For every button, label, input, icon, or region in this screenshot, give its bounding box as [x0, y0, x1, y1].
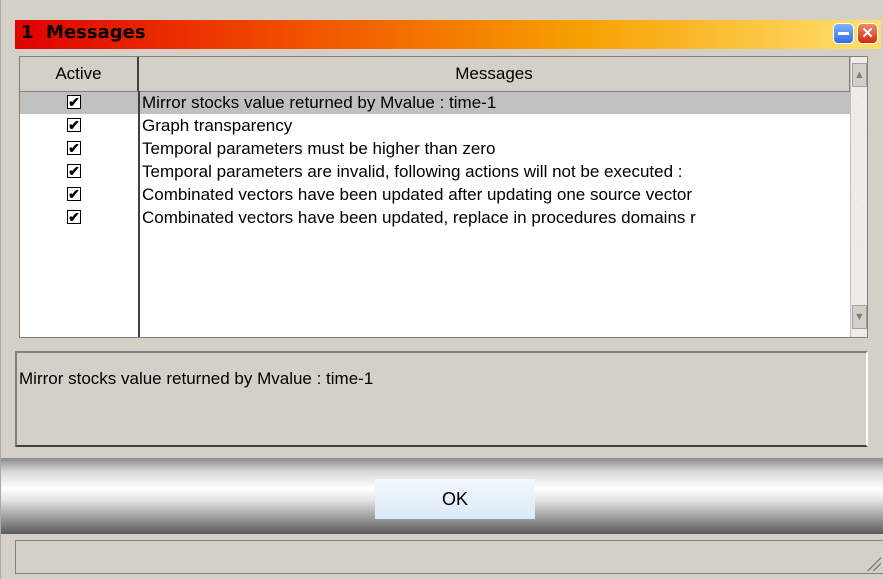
ok-button[interactable]: OK — [375, 479, 535, 519]
column-divider — [138, 91, 140, 337]
table-row[interactable]: ✔ Graph transparency — [20, 115, 850, 137]
active-checkbox[interactable]: ✔ — [67, 95, 81, 109]
minimize-icon — [838, 32, 849, 35]
active-checkbox[interactable]: ✔ — [67, 164, 81, 178]
close-button[interactable]: ✕ — [857, 23, 878, 44]
resize-grip-icon[interactable] — [865, 555, 881, 571]
active-checkbox[interactable]: ✔ — [67, 118, 81, 132]
table-row[interactable]: ✔ Combinated vectors have been updated af… — [20, 184, 850, 206]
table-row[interactable]: ✔ Combinated vectors have been updated, r… — [20, 207, 850, 229]
vertical-scrollbar[interactable]: ▲ ▼ — [850, 57, 867, 337]
messages-table[interactable]: Active Messages ✔ Mirror stocks value ret… — [19, 56, 868, 338]
message-text: Mirror stocks value returned by Mvalue :… — [142, 93, 497, 112]
column-header-messages[interactable]: Messages — [139, 57, 850, 91]
message-text: Combinated vectors have been updated, re… — [142, 208, 696, 227]
message-text: Graph transparency — [142, 116, 293, 135]
message-text: Temporal parameters must be higher than … — [142, 139, 496, 158]
scroll-down-button[interactable]: ▼ — [852, 305, 867, 329]
table-row[interactable]: ✔ Temporal parameters are invalid, follow… — [20, 161, 850, 183]
message-text: Combinated vectors have been updated aft… — [142, 185, 693, 204]
message-detail-text: Mirror stocks value returned by Mvalue :… — [19, 369, 374, 388]
arrow-up-icon: ▲ — [854, 69, 865, 81]
active-checkbox[interactable]: ✔ — [67, 210, 81, 224]
window-title: 1 Messages — [21, 22, 146, 43]
table-row[interactable]: ✔ Mirror stocks value returned by Mvalue … — [20, 92, 850, 114]
messages-window: 1 Messages ✕ Active Messages ✔ Mirror sto… — [0, 0, 883, 579]
minimize-button[interactable] — [833, 23, 854, 44]
message-detail-panel: Mirror stocks value returned by Mvalue :… — [15, 351, 868, 447]
button-bar: OK — [1, 458, 883, 534]
table-row[interactable]: ✔ Temporal parameters must be higher than… — [20, 138, 850, 160]
active-checkbox[interactable]: ✔ — [67, 141, 81, 155]
active-checkbox[interactable]: ✔ — [67, 187, 81, 201]
column-header-active[interactable]: Active — [20, 57, 139, 91]
title-bar[interactable]: 1 Messages ✕ — [15, 20, 881, 49]
scroll-up-button[interactable]: ▲ — [852, 63, 867, 87]
status-bar — [15, 540, 883, 574]
close-icon: ✕ — [861, 25, 874, 42]
table-header: Active Messages — [20, 57, 850, 92]
message-text: Temporal parameters are invalid, followi… — [142, 162, 683, 181]
arrow-down-icon: ▼ — [854, 311, 865, 323]
